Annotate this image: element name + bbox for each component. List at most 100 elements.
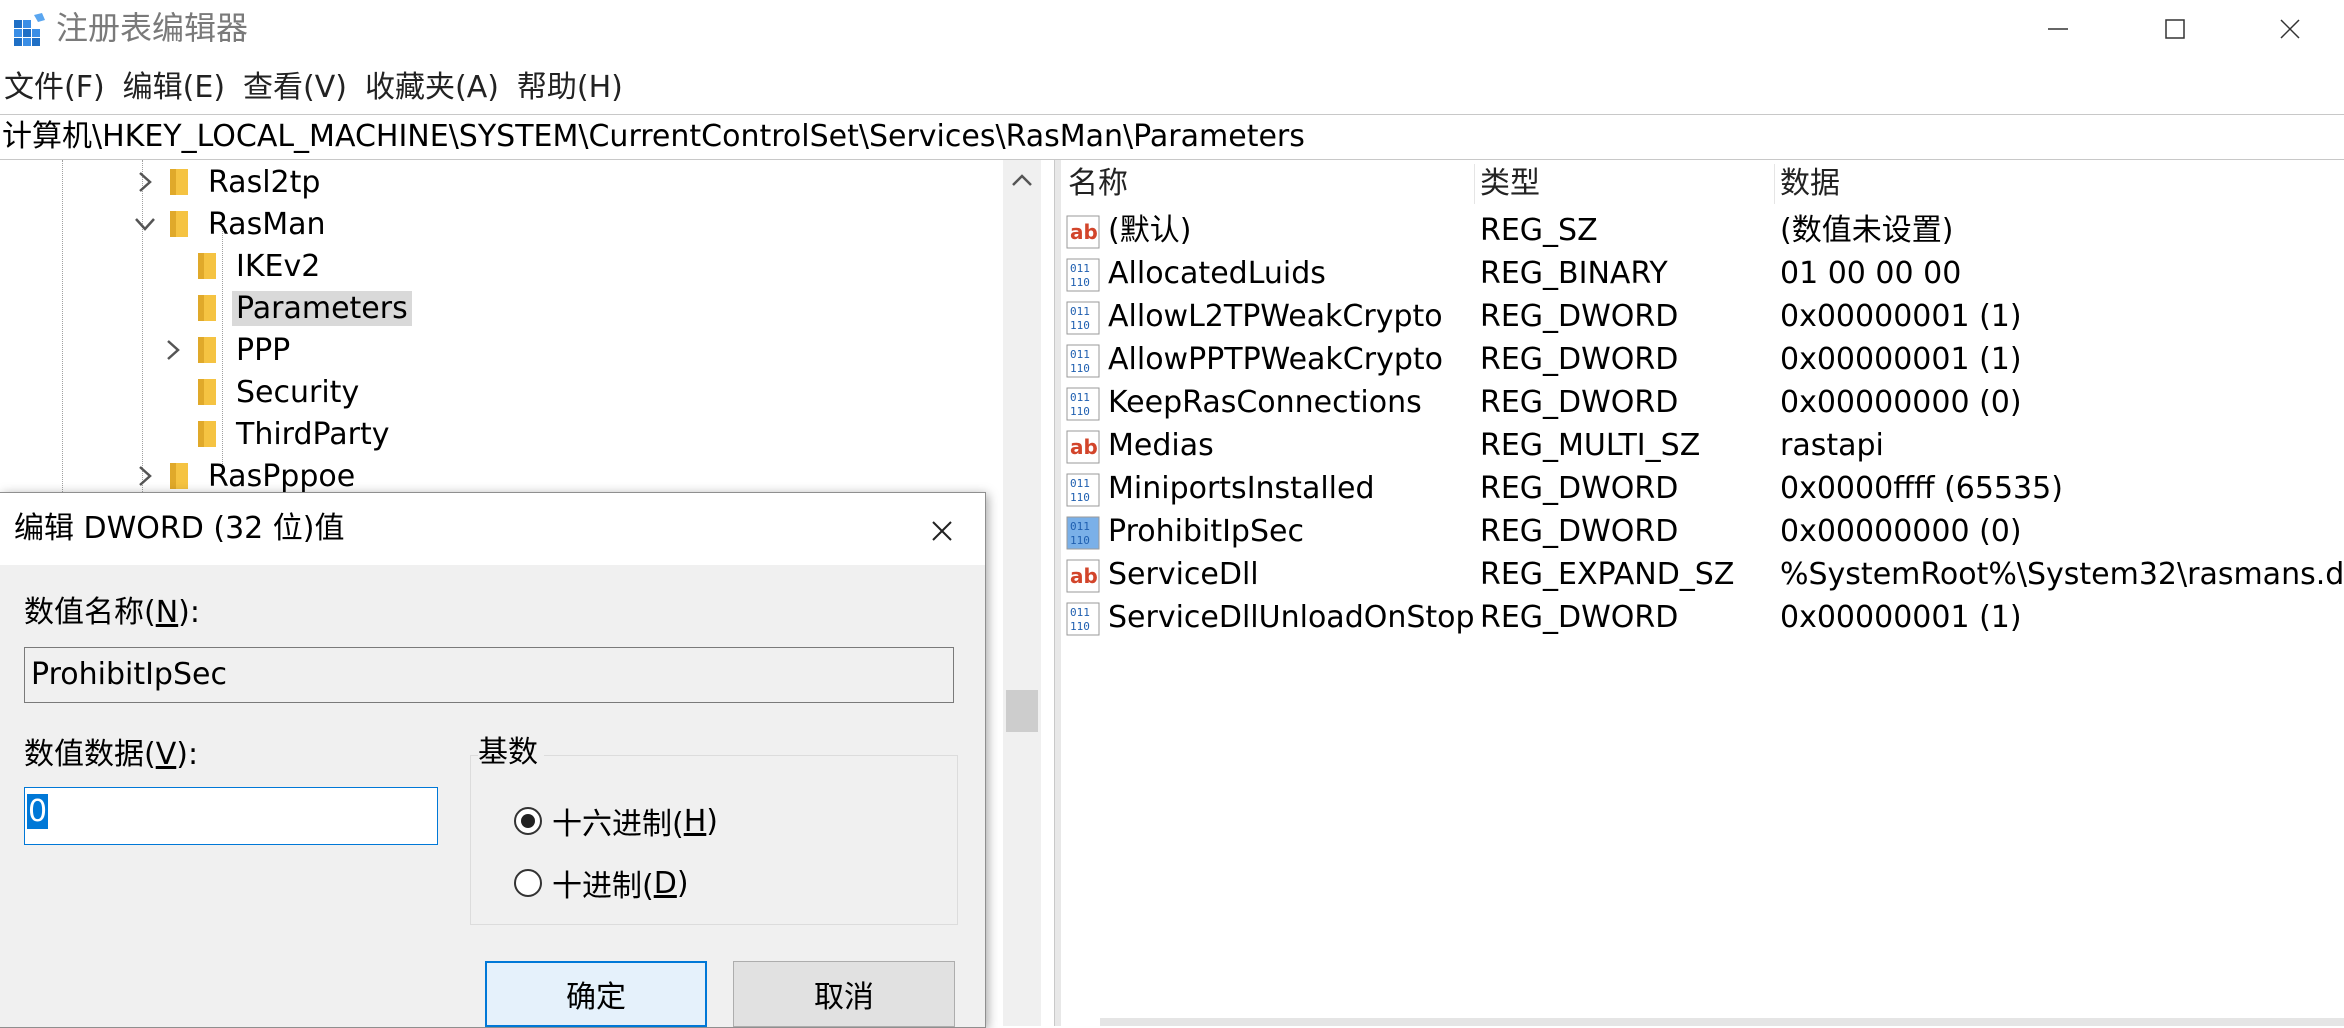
menu-help[interactable]: 帮助(H) (517, 68, 623, 108)
folder-icon (170, 169, 188, 195)
value-name: ServiceDllUnloadOnStop (1108, 600, 1475, 635)
address-path[interactable]: 计算机\HKEY_LOCAL_MACHINE\SYSTEM\CurrentCon… (2, 119, 1305, 155)
accelerator-key: N (155, 595, 179, 630)
radio-label: 十进制( (552, 869, 654, 904)
pane-splitter[interactable] (1054, 160, 1061, 1026)
value-type: REG_DWORD (1480, 342, 1679, 377)
svg-text:011: 011 (1070, 477, 1090, 490)
svg-text:110: 110 (1070, 491, 1090, 504)
radio-unchecked-icon[interactable] (514, 869, 542, 897)
menu-favorites[interactable]: 收藏夹(A) (365, 68, 499, 108)
value-data: (数值未设置) (1780, 213, 1954, 248)
tree-scrollbar[interactable] (1003, 160, 1041, 1026)
radio-checked-icon[interactable] (514, 807, 542, 835)
menu-view[interactable]: 查看(V) (243, 68, 347, 108)
dialog-close-button[interactable] (920, 511, 964, 551)
svg-text:110: 110 (1070, 620, 1090, 633)
tree-item[interactable]: IKEv2 (158, 246, 324, 286)
value-row[interactable]: 011 110 ServiceDllUnloadOnStop REG_DWORD 0x0… (1062, 597, 2344, 639)
string-value-icon: ab (1066, 215, 1100, 249)
tree-item[interactable]: RasPppoe (130, 456, 359, 496)
address-bar[interactable]: 计算机\HKEY_LOCAL_MACHINE\SYSTEM\CurrentCon… (0, 114, 2344, 160)
svg-text:110: 110 (1070, 319, 1090, 332)
svg-text:110: 110 (1070, 276, 1090, 289)
scroll-thumb[interactable] (1006, 690, 1038, 732)
folder-icon (170, 211, 188, 237)
binary-value-icon: 011110 (1066, 473, 1100, 507)
menu-edit[interactable]: 编辑(E) (123, 68, 225, 108)
tree-item[interactable]: Security (158, 372, 363, 412)
value-type: REG_DWORD (1480, 600, 1679, 635)
expand-toggle[interactable] (158, 330, 188, 370)
tree-item-label: RasPppoe (208, 458, 356, 494)
binary-value-icon: 011110 (1066, 387, 1100, 421)
column-divider[interactable] (1474, 164, 1475, 204)
window-title: 注册表编辑器 (56, 9, 249, 47)
collapse-toggle[interactable] (130, 204, 160, 244)
minimize-button[interactable] (2008, 0, 2108, 58)
menu-file[interactable]: 文件(F) (4, 68, 105, 108)
value-name-label: 数值名称(N): (24, 595, 200, 631)
decimal-radio-option[interactable]: 十进制(D) (514, 863, 689, 904)
svg-text:110: 110 (1070, 534, 1090, 547)
value-row[interactable]: 011 110 ProhibitIpSec REG_DWORD 0x00000000 (… (1062, 511, 2344, 553)
maximize-button[interactable] (2125, 0, 2225, 58)
hex-radio-option[interactable]: 十六进制(H) (514, 801, 718, 842)
svg-text:011: 011 (1070, 391, 1090, 404)
column-header-type[interactable]: 类型 (1480, 164, 1540, 204)
tree-item[interactable]: Parameters (158, 288, 412, 328)
value-name: AllowL2TPWeakCrypto (1108, 299, 1443, 334)
svg-text:ab: ab (1070, 564, 1098, 588)
values-list-pane: 名称 类型 数据 ab (默认) REG_SZ (数值未设置) 011 110 Alloca… (1062, 160, 2344, 1026)
value-name: KeepRasConnections (1108, 385, 1422, 420)
binary-value-icon: 011110 (1066, 301, 1100, 335)
accelerator-key: H (683, 803, 707, 839)
value-row[interactable]: 011 110 MiniportsInstalled REG_DWORD 0x0000f… (1062, 468, 2344, 510)
expand-toggle[interactable] (130, 162, 160, 202)
value-name: AllowPPTPWeakCrypto (1108, 342, 1443, 377)
scroll-up-button[interactable] (1003, 162, 1041, 198)
value-name-field[interactable]: ProhibitIpSec (24, 647, 954, 703)
value-data: 01 00 00 00 (1780, 256, 1962, 291)
chevron-right-icon (139, 466, 152, 486)
value-row[interactable]: ab (默认) REG_SZ (数值未设置) (1062, 210, 2344, 252)
value-row[interactable]: ab ServiceDll REG_EXPAND_SZ %SystemRoot%\Sy… (1062, 554, 2344, 596)
value-row[interactable]: 011 110 AllowPPTPWeakCrypto REG_DWORD 0x0000… (1062, 339, 2344, 381)
edit-dword-dialog: 编辑 DWORD (32 位)值 数值名称(N): ProhibitIpSec … (0, 492, 986, 1028)
value-data: 0x00000000 (0) (1780, 385, 2022, 420)
horizontal-scrollbar[interactable] (1100, 1018, 2344, 1026)
cancel-button[interactable]: 取消 (733, 961, 955, 1027)
value-name: ServiceDll (1108, 557, 1259, 592)
value-row[interactable]: 011 110 AllowL2TPWeakCrypto REG_DWORD 0x0000… (1062, 296, 2344, 338)
tree-item-label: IKEv2 (236, 248, 321, 284)
value-type: REG_DWORD (1480, 299, 1679, 334)
value-row[interactable]: ab Medias REG_MULTI_SZ rastapi (1062, 425, 2344, 467)
accelerator-key: V (155, 737, 177, 772)
column-divider[interactable] (1774, 164, 1775, 204)
value-type: REG_BINARY (1480, 256, 1668, 291)
value-data-label: 数值数据(V): (24, 737, 198, 773)
value-data: %SystemRoot%\System32\rasmans.dll (1780, 557, 2344, 592)
value-name: AllocatedLuids (1108, 256, 1326, 291)
tree-item[interactable]: PPP (158, 330, 294, 370)
expand-toggle[interactable] (130, 456, 160, 496)
svg-text:011: 011 (1070, 262, 1090, 275)
label-text: ): (176, 737, 199, 772)
value-name: Medias (1108, 428, 1214, 463)
value-data: rastapi (1780, 428, 1884, 463)
value-row[interactable]: 011 110 KeepRasConnections REG_DWORD 0x00000… (1062, 382, 2344, 424)
radio-label: ) (676, 865, 689, 901)
column-header-data[interactable]: 数据 (1780, 164, 1840, 204)
maximize-icon (2165, 19, 2185, 39)
string-value-icon: ab (1066, 559, 1100, 593)
value-data-input[interactable]: 0 (24, 787, 438, 845)
close-window-button[interactable] (2240, 0, 2340, 58)
chevron-up-icon (1012, 174, 1032, 186)
tree-item[interactable]: RasMan (130, 204, 329, 244)
tree-item[interactable]: Rasl2tp (130, 162, 324, 202)
binary-value-icon: 011110 (1066, 516, 1100, 550)
ok-button[interactable]: 确定 (485, 961, 707, 1027)
value-row[interactable]: 011 110 AllocatedLuids REG_BINARY 01 00 00 0… (1062, 253, 2344, 295)
column-header-name[interactable]: 名称 (1068, 164, 1128, 204)
tree-item[interactable]: ThirdParty (158, 414, 394, 454)
